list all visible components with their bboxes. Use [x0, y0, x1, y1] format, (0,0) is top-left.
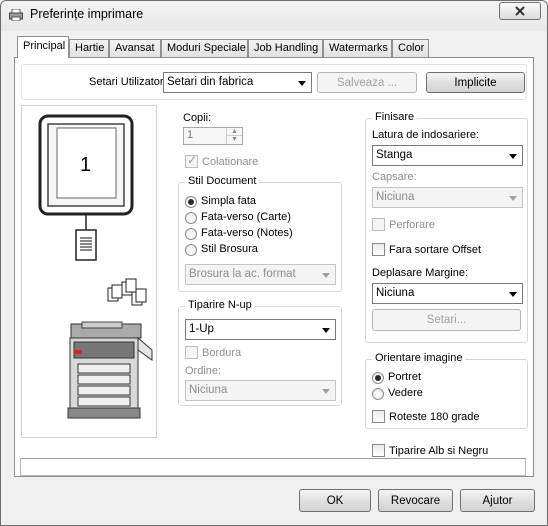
help-button[interactable]: Ajutor [460, 489, 535, 512]
margin-select[interactable]: Niciuna [372, 283, 523, 304]
chevron-down-icon [298, 81, 306, 86]
tab-color[interactable]: Color [392, 39, 429, 57]
user-settings-select[interactable]: Setari din fabrica [163, 72, 312, 93]
defaults-button[interactable]: Implicite [426, 72, 525, 93]
document-style-legend: Stil Document [185, 175, 260, 187]
border-checkbox[interactable] [185, 346, 198, 359]
radio-duplex-book[interactable] [185, 212, 197, 224]
chevron-down-icon [509, 154, 517, 159]
preview-area: 1 [21, 105, 157, 438]
printer-icon [9, 9, 23, 21]
margin-settings-button[interactable]: Setari... [372, 309, 521, 331]
print-preferences-window: Preferințe imprimare Principal Hartie Av… [0, 0, 548, 526]
copies-label: Copii: [183, 112, 212, 124]
bw-checkbox[interactable] [372, 444, 385, 457]
chevron-down-icon [509, 196, 517, 201]
user-settings-value: Setari din fabrica [167, 76, 254, 88]
radio-duplex-notes-label: Fata-verso (Notes) [201, 227, 293, 239]
save-settings-button[interactable]: Salveaza ... [317, 72, 417, 93]
booklet-select[interactable]: Brosura la ac. format [185, 264, 336, 285]
tab-principal[interactable]: Principal [17, 36, 69, 58]
close-icon [515, 6, 525, 16]
radio-simplex[interactable] [185, 196, 197, 208]
radio-booklet-label: Stil Brosura [201, 243, 258, 255]
user-settings-label: Setari Utilizator: [89, 76, 167, 88]
staple-value: Niciuna [376, 191, 415, 203]
tab-hartie[interactable]: Hartie [69, 39, 109, 57]
punch-checkbox[interactable] [372, 218, 385, 231]
rotate-checkbox[interactable] [372, 410, 385, 423]
radio-booklet[interactable] [185, 244, 197, 256]
binding-label: Latura de indosariere: [372, 129, 480, 141]
rotate-label: Roteste 180 grade [389, 411, 480, 423]
chevron-down-icon [322, 328, 330, 333]
booklet-value: Brosura la ac. format [189, 268, 296, 280]
close-button[interactable] [499, 2, 541, 20]
border-label: Bordura [202, 347, 242, 359]
order-label: Ordine: [185, 365, 222, 377]
radio-landscape-label: Vedere [388, 387, 423, 399]
order-value: Niciuna [189, 384, 228, 396]
radio-portrait[interactable] [372, 372, 384, 384]
radio-portrait-label: Portret [388, 371, 422, 383]
copies-spinner[interactable]: 1 ▲ ▼ [183, 127, 243, 145]
binding-select[interactable]: Stanga [372, 145, 523, 166]
window-title: Preferințe imprimare [30, 7, 144, 21]
principal-panel: Setari Utilizator: Setari din fabrica Sa… [14, 57, 534, 477]
finishing-legend: Finisare [372, 111, 418, 123]
status-bar [20, 458, 526, 476]
margin-label: Deplasare Margine: [372, 267, 468, 279]
title-bar: Preferințe imprimare [1, 1, 547, 29]
nup-value: 1-Up [189, 323, 214, 335]
orientation-legend: Orientare imagine [372, 352, 466, 364]
staple-select[interactable]: Niciuna [372, 187, 523, 208]
collate-checkbox[interactable] [185, 153, 198, 168]
staple-label: Capsare: [372, 171, 417, 183]
nup-select[interactable]: 1-Up [185, 319, 336, 340]
collate-label: Colationare [202, 156, 259, 168]
radio-duplex-notes[interactable] [185, 228, 197, 240]
chevron-down-icon [322, 273, 330, 278]
order-select[interactable]: Niciuna [185, 380, 336, 401]
tab-job-handling[interactable]: Job Handling [248, 39, 323, 57]
radio-landscape[interactable] [372, 388, 384, 400]
binding-value: Stanga [376, 149, 413, 161]
punch-label: Perforare [389, 219, 435, 231]
ok-button[interactable]: OK [299, 489, 371, 512]
offset-checkbox[interactable] [372, 243, 385, 256]
chevron-down-icon [509, 292, 517, 297]
radio-simplex-label: Simpla fata [201, 195, 257, 207]
bw-label: Tiparire Alb si Negru [389, 445, 489, 457]
tab-watermarks[interactable]: Watermarks [323, 39, 392, 57]
copies-value: 1 [187, 129, 194, 141]
cancel-button[interactable]: Revocare [378, 489, 453, 512]
margin-value: Niciuna [376, 287, 415, 299]
tab-moduri-speciale[interactable]: Moduri Speciale [161, 39, 248, 57]
spin-down-icon[interactable]: ▼ [226, 136, 242, 144]
tab-avansat[interactable]: Avansat [109, 39, 161, 57]
preview-copies-number: 1 [80, 154, 92, 176]
radio-duplex-book-label: Fata-verso (Carte) [201, 211, 291, 223]
nup-legend: Tiparire N-up [185, 299, 255, 311]
chevron-down-icon [322, 389, 330, 394]
spin-up-icon[interactable]: ▲ [226, 128, 242, 136]
offset-label: Fara sortare Offset [389, 244, 482, 256]
